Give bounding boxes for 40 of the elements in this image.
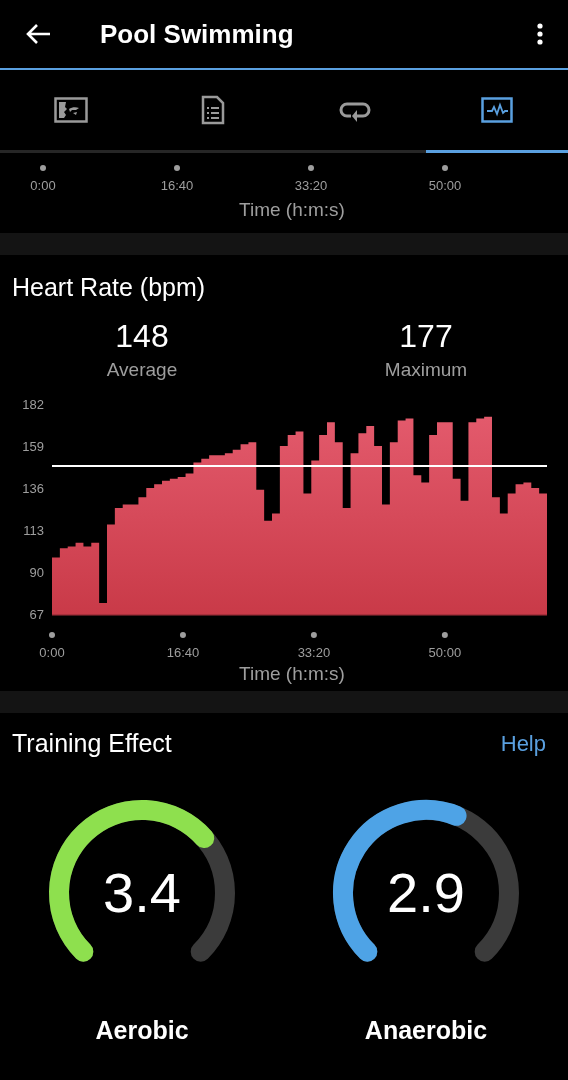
- axis-tick-label: 113: [23, 523, 44, 538]
- tick-mark: [49, 632, 55, 638]
- tick-mark: [308, 165, 314, 171]
- axis-tick-label: 67: [29, 607, 44, 622]
- chart-icon: [481, 97, 513, 123]
- gauge-label: Aerobic: [95, 1016, 189, 1045]
- axis-tick-label: 0:00: [39, 645, 65, 660]
- tick-mark: [442, 165, 448, 171]
- tick-mark: [441, 632, 448, 638]
- tick-mark: [310, 632, 317, 638]
- gauge-value: 3.4: [103, 865, 181, 921]
- axis-tick-label: 50:00: [428, 645, 462, 660]
- axis-tick-label: 159: [22, 439, 44, 454]
- stat-value: 148: [115, 318, 169, 355]
- axis-tick-label: 0:00: [30, 178, 56, 193]
- tick-mark: [174, 165, 180, 171]
- axis-tick-label: 33:20: [297, 645, 331, 660]
- axis-title: Time (h:m:s): [238, 199, 346, 221]
- help-link[interactable]: Help: [500, 730, 546, 757]
- document-icon: [201, 95, 225, 125]
- axis-tick-label: 16:40: [166, 645, 200, 660]
- screen-title: Pool Swimming: [100, 18, 295, 50]
- menu-icon[interactable]: [536, 22, 544, 46]
- section-title: Heart Rate (bpm): [11, 272, 207, 302]
- stat-value: 177: [399, 318, 453, 355]
- map-icon: [54, 97, 88, 123]
- tick-mark: [40, 165, 46, 171]
- axis-title: Time (h:m:s): [238, 663, 346, 685]
- axis-tick-label: 16:40: [160, 178, 194, 193]
- axis-tick-label: 136: [22, 481, 44, 496]
- gauge-label: Anaerobic: [364, 1016, 488, 1045]
- back-icon[interactable]: [26, 23, 52, 45]
- axis-tick-label: 33:20: [294, 178, 328, 193]
- axis-tick-label: 182: [22, 397, 44, 412]
- stat-label: Maximum: [384, 359, 468, 381]
- tick-mark: [179, 632, 186, 638]
- axis-tick-label: 90: [29, 565, 44, 580]
- axis-tick-label: 50:00: [428, 178, 462, 193]
- stat-label: Average: [106, 359, 178, 381]
- section-title: Training Effect: [12, 729, 172, 758]
